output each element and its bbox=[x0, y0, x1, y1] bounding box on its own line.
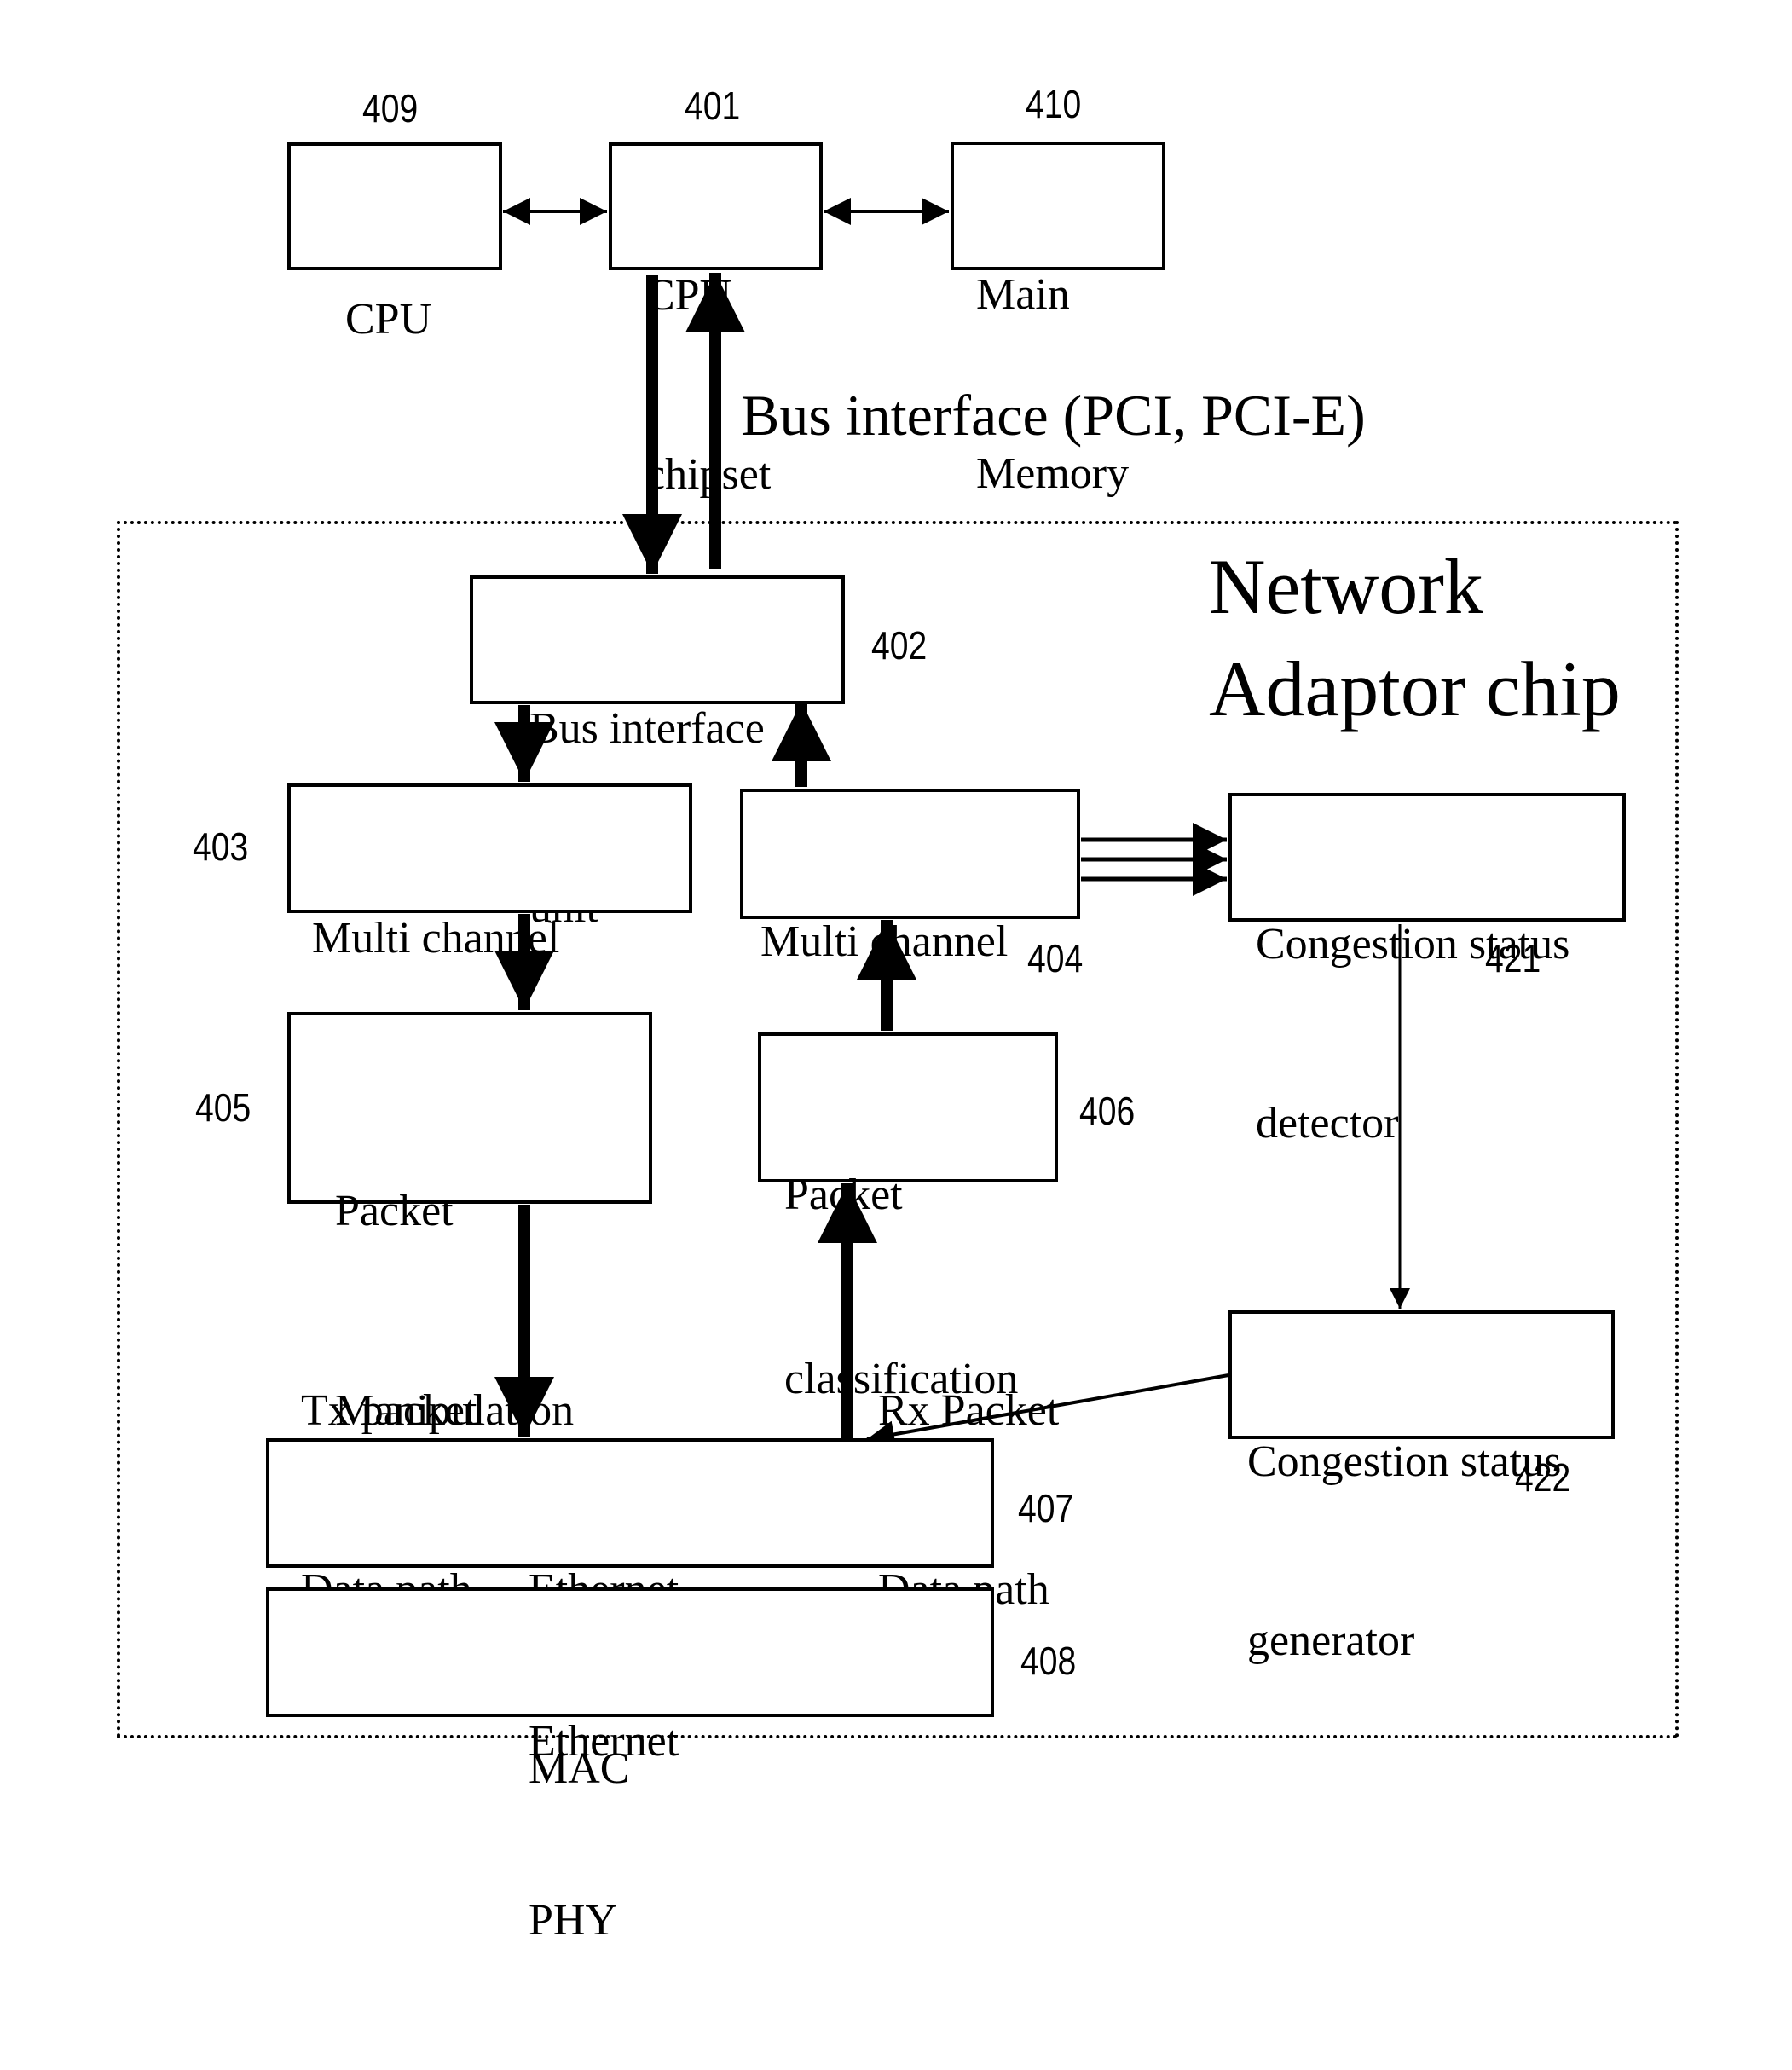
congestion-detector-ref: 421 bbox=[1485, 936, 1541, 980]
rx-dma-ref: 404 bbox=[1027, 936, 1084, 980]
packet-manipulation-ref: 405 bbox=[195, 1085, 251, 1130]
bus-interface-unit-ref: 402 bbox=[871, 623, 928, 668]
main-memory-ref: 410 bbox=[1026, 82, 1082, 126]
congestion-generator-text: Congestion status generator bbox=[1247, 1313, 1561, 1790]
detector-line-2: detector bbox=[1256, 1099, 1399, 1148]
ethernet-phy-text: Ethernet PHY bbox=[529, 1593, 679, 2070]
network-adaptor-block-diagram: Bus interface (PCI, PCI-E) Network Adapt… bbox=[0, 0, 1792, 1945]
ethernet-mac-ref: 407 bbox=[1018, 1486, 1074, 1530]
packet-classification-ref: 406 bbox=[1079, 1089, 1136, 1133]
congestion-detector-text: Congestion status detector bbox=[1256, 795, 1569, 1273]
phy-line-2: PHY bbox=[529, 1896, 618, 1945]
phy-line-1: Ethernet bbox=[529, 1717, 679, 1766]
biu-line-1: Bus interface bbox=[529, 704, 765, 753]
generator-line-2: generator bbox=[1247, 1616, 1415, 1665]
main-memory-line-1: Main bbox=[976, 270, 1070, 319]
cpu-chipset-line-2: chipset bbox=[645, 450, 772, 499]
cpu-chipset-line-1: CPU bbox=[645, 271, 732, 320]
cpu-ref: 409 bbox=[362, 86, 419, 130]
classification-line-1: Packet bbox=[784, 1171, 903, 1219]
chip-label-line-2: Adaptor chip bbox=[1209, 645, 1621, 732]
tx-dma-ref: 403 bbox=[193, 824, 249, 869]
network-adaptor-chip-label: Network Adaptor chip bbox=[1209, 535, 1621, 740]
cpu-block-text: CPU bbox=[345, 171, 431, 469]
cpu-chipset-text: CPU chipset bbox=[645, 147, 771, 624]
main-memory-text: Main Memory bbox=[976, 146, 1129, 623]
rx-path-line-1: Rx Packet bbox=[878, 1386, 1060, 1435]
tx-path-line-1: Tx packet bbox=[301, 1386, 477, 1435]
tx-dma-line-1: Multi channel bbox=[312, 914, 560, 963]
rx-dma-line-1: Multi channel bbox=[760, 917, 1009, 966]
cpu-chipset-ref: 401 bbox=[685, 84, 741, 128]
congestion-generator-ref: 422 bbox=[1515, 1455, 1571, 1500]
main-memory-line-2: Memory bbox=[976, 449, 1130, 498]
ethernet-phy-ref: 408 bbox=[1020, 1639, 1077, 1683]
manipulation-line-1: Packet bbox=[335, 1187, 454, 1235]
cpu-line-1: CPU bbox=[345, 295, 432, 344]
chip-label-line-1: Network bbox=[1209, 543, 1483, 630]
